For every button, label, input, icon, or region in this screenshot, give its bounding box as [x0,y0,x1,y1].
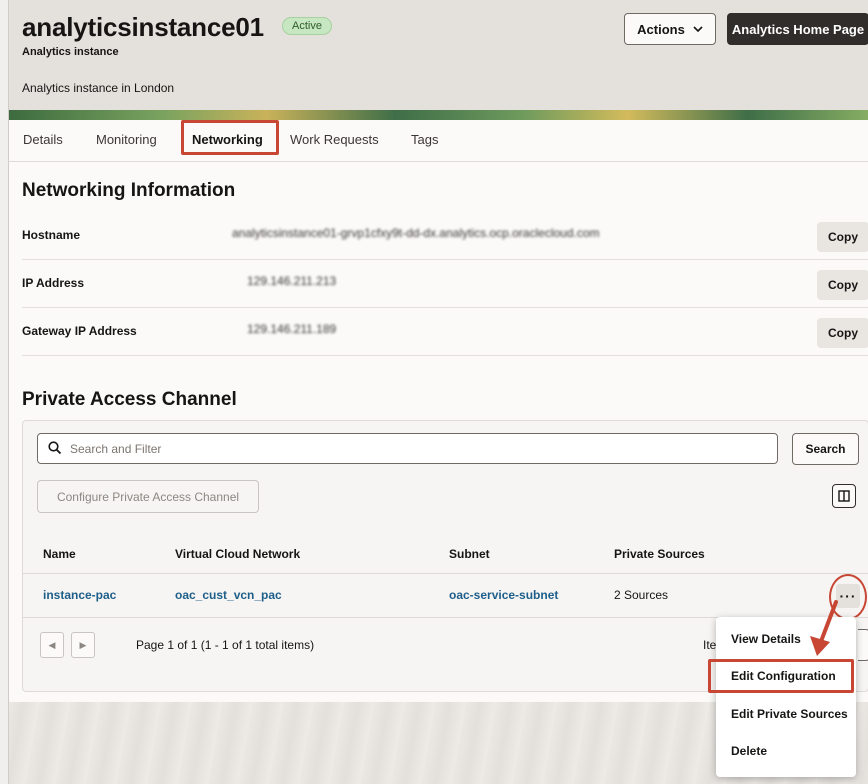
callout-arrow-icon [810,600,838,656]
column-header-subnet: Subnet [449,547,490,561]
gateway-ip-row: Gateway IP Address 129.146.211.189 Copy [22,310,868,356]
menu-item-delete[interactable]: Delete [731,744,767,758]
actions-button[interactable]: Actions [624,13,716,45]
columns-icon [838,490,850,502]
page-subtitle: Analytics instance [22,46,119,58]
columns-toggle-button[interactable] [832,484,856,508]
pac-vcn-link[interactable]: oac_cust_vcn_pac [175,588,282,602]
status-badge: Active [282,17,332,35]
pac-name-link[interactable]: instance-pac [43,588,116,602]
previous-page-button[interactable]: ◀ [40,632,64,658]
items-per-page-select[interactable] [858,629,868,661]
pagination-summary: Page 1 of 1 (1 - 1 of 1 total items) [136,638,315,652]
copy-gateway-ip-button[interactable]: Copy [817,318,868,348]
tab-tags[interactable]: Tags [411,132,438,147]
menu-item-view-details[interactable]: View Details [731,632,801,646]
copy-hostname-button[interactable]: Copy [817,222,868,252]
tab-monitoring[interactable]: Monitoring [96,132,157,147]
pac-private-sources: 2 Sources [614,588,669,602]
column-header-private-sources: Private Sources [614,547,705,561]
ip-address-label: IP Address [22,276,85,290]
column-header-vcn: Virtual Cloud Network [175,547,301,561]
tab-details[interactable]: Details [23,132,63,147]
tab-work-requests[interactable]: Work Requests [290,132,379,147]
actions-button-label: Actions [637,21,685,37]
search-input[interactable] [70,439,760,459]
pac-subnet-link[interactable]: oac-service-subnet [449,588,558,602]
decorative-banner [9,110,868,120]
configure-pac-button[interactable]: Configure Private Access Channel [37,480,259,513]
search-button[interactable]: Search [792,433,859,465]
hostname-label: Hostname [22,228,81,242]
table-divider [23,573,868,574]
chevron-down-icon [693,25,703,32]
search-icon [48,441,62,455]
hostname-row: Hostname analyticsinstance01-grvp1cfxy9t… [22,214,868,260]
networking-tab-highlight [181,120,279,155]
ip-address-value: 129.146.211.213 [247,274,337,288]
page-title: analyticsinstance01 [22,12,264,42]
instance-description: Analytics instance in London [22,81,175,95]
networking-info-title: Networking Information [22,180,236,201]
page-header: analyticsinstance01 Active Analytics ins… [8,0,868,120]
gateway-ip-label: Gateway IP Address [22,324,137,338]
next-page-button[interactable]: ▶ [71,632,95,658]
gateway-ip-value: 129.146.211.189 [247,322,337,336]
copy-ip-address-button[interactable]: Copy [817,270,868,300]
analytics-home-page-button[interactable]: Analytics Home Page [727,13,868,45]
tab-bar: Details Monitoring Networking Work Reque… [8,120,868,162]
hostname-value: analyticsinstance01-grvp1cfxy9t-dd-dx.an… [232,226,600,240]
ip-address-row: IP Address 129.146.211.213 Copy [22,262,868,308]
search-field[interactable] [37,433,778,464]
menu-item-edit-private-sources[interactable]: Edit Private Sources [731,707,848,721]
pac-title: Private Access Channel [22,389,237,410]
column-header-name: Name [43,547,76,561]
